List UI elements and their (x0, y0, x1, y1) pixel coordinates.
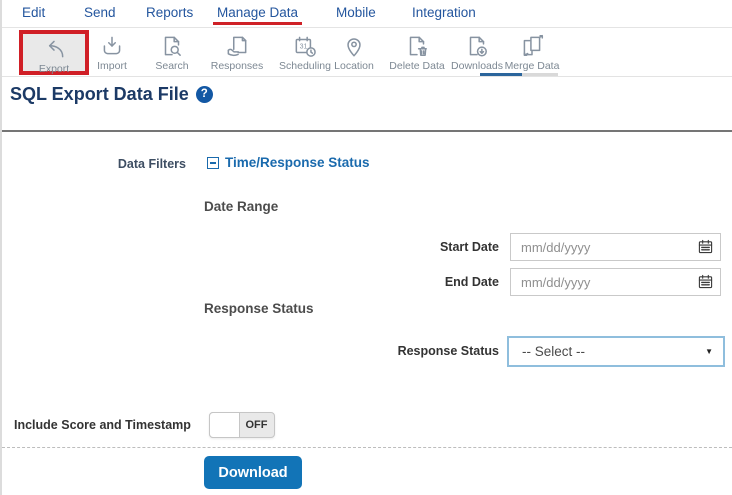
calendar-icon[interactable] (698, 274, 713, 294)
filter-group-label: Time/Response Status (225, 155, 370, 170)
response-status-select[interactable]: -- Select -- ▼ (507, 336, 725, 367)
data-filters-label: Data Filters (117, 157, 186, 171)
toolbar-label: Import (97, 60, 127, 72)
score-toggle-label: Include Score and Timestamp (14, 418, 191, 432)
svg-text:31: 31 (300, 44, 308, 51)
date-range-heading: Date Range (204, 199, 279, 214)
calendar-icon[interactable] (698, 239, 713, 259)
toolbar-scrollbar-thumb[interactable] (480, 73, 522, 76)
nav-item-edit[interactable]: Edit (22, 5, 45, 20)
sql-export-page: Edit Send Reports Manage Data Mobile Int… (0, 0, 732, 495)
toolbar-label: Merge Data (504, 60, 560, 72)
collapse-minus-icon (207, 156, 219, 169)
score-toggle-row: Include Score and Timestamp OFF (2, 412, 732, 439)
toolbar-responses-button[interactable]: Responses (205, 33, 269, 72)
nav-item-reports[interactable]: Reports (146, 5, 193, 20)
search-icon (140, 33, 204, 59)
toolbar-label: Responses (210, 60, 264, 72)
location-icon (322, 33, 386, 59)
toolbar-delete-data-button[interactable]: Delete Data (385, 33, 449, 72)
toolbar-import-button[interactable]: Import (80, 33, 144, 72)
manage-data-toolbar: Export Import Search Responses 31 Schedu… (2, 29, 732, 77)
toolbar-search-button[interactable]: Search (140, 33, 204, 72)
toolbar-merge-data-button[interactable]: Merge Data (500, 33, 564, 72)
toolbar-label: Delete Data (389, 60, 445, 72)
nav-item-manage-data[interactable]: Manage Data (212, 5, 303, 25)
toggle-state-text: OFF (245, 419, 268, 431)
end-date-label: End Date (444, 275, 499, 289)
selected-option: -- Select -- (522, 344, 586, 359)
start-date-input[interactable] (510, 233, 721, 261)
title-divider (2, 130, 732, 132)
download-button[interactable]: Download (204, 456, 302, 489)
nav-item-send[interactable]: Send (84, 5, 116, 20)
toolbar-label: Search (155, 60, 189, 72)
top-menu-bar: Edit Send Reports Manage Data Mobile Int… (2, 0, 732, 28)
toolbar-label: Export (38, 63, 70, 75)
page-header: SQL Export Data File ? (10, 84, 213, 105)
response-status-label: Response Status (397, 344, 499, 358)
response-status-heading: Response Status (204, 301, 314, 316)
import-icon (80, 33, 144, 59)
end-date-field-wrap (510, 268, 721, 296)
responses-icon (205, 33, 269, 59)
delete-data-icon (385, 33, 449, 59)
help-icon[interactable]: ? (195, 86, 213, 103)
nav-item-mobile[interactable]: Mobile (336, 5, 376, 20)
toolbar-scrollbar-track (480, 73, 558, 76)
section-dashed-divider (2, 447, 732, 448)
toolbar-label: Location (334, 60, 374, 72)
end-date-input[interactable] (510, 268, 721, 296)
merge-data-icon (500, 33, 564, 59)
score-toggle[interactable]: OFF (209, 412, 275, 438)
end-date-row: End Date (2, 268, 732, 296)
toggle-knob (209, 412, 240, 438)
start-date-row: Start Date (2, 233, 732, 261)
page-title: SQL Export Data File (10, 84, 189, 104)
start-date-field-wrap (510, 233, 721, 261)
nav-item-integration[interactable]: Integration (412, 5, 476, 20)
response-status-row: Response Status -- Select -- ▼ (2, 336, 732, 367)
chevron-down-icon: ▼ (705, 347, 713, 356)
toolbar-export-button[interactable]: Export (19, 30, 89, 75)
export-icon (23, 36, 85, 62)
toolbar-location-button[interactable]: Location (322, 33, 386, 72)
start-date-label: Start Date (439, 240, 499, 254)
filter-group-toggle[interactable]: Time/Response Status (207, 155, 370, 170)
